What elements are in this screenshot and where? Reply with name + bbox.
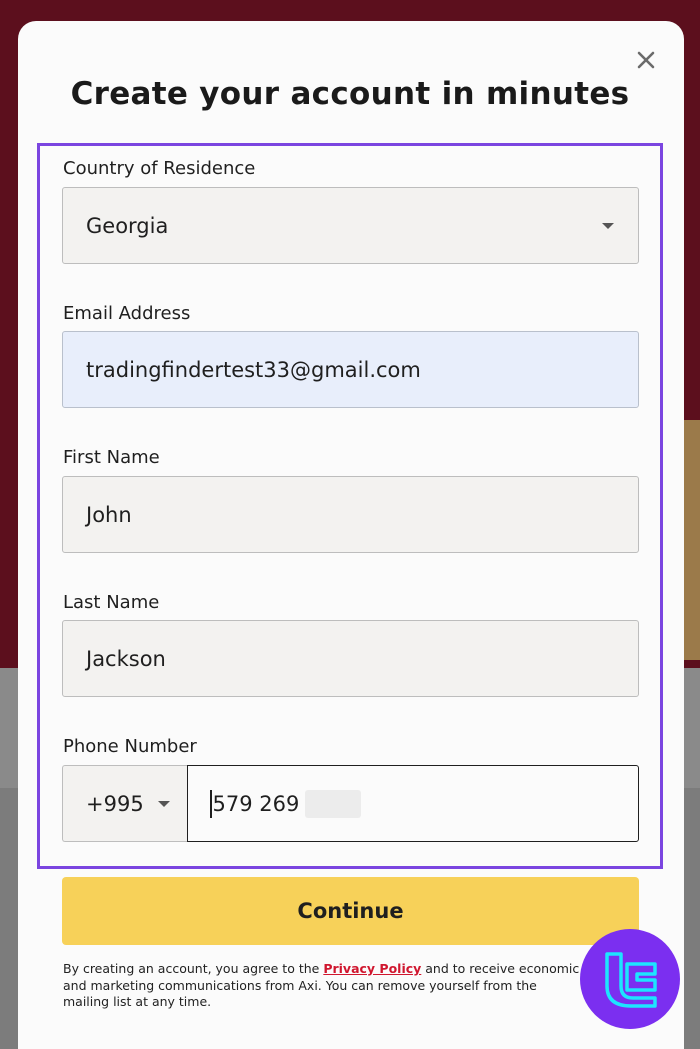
phone-number-value: 579 269 — [212, 791, 300, 816]
continue-button[interactable]: Continue — [62, 877, 639, 945]
legal-notice: By creating an account, you agree to the… — [63, 961, 583, 1011]
first-name-field[interactable]: John — [62, 476, 639, 553]
watermark-logo — [580, 929, 680, 1029]
phone-country-code-select[interactable]: +995 — [62, 765, 188, 842]
chevron-down-icon — [157, 800, 170, 807]
email-value: tradingfindertest33@gmail.com — [86, 357, 421, 382]
country-select[interactable]: Georgia — [62, 187, 639, 264]
redacted-digits — [305, 789, 362, 818]
modal-title: Create your account in minutes — [70, 76, 630, 112]
legal-prefix: By creating an account, you agree to the — [63, 961, 324, 976]
last-name-label: Last Name — [63, 592, 160, 613]
last-name-value: Jackson — [86, 646, 166, 671]
chevron-down-icon — [602, 223, 614, 229]
phone-code-value: +995 — [86, 791, 144, 816]
first-name-label: First Name — [63, 447, 160, 468]
close-icon — [637, 51, 655, 69]
last-name-field[interactable]: Jackson — [62, 620, 639, 697]
country-label: Country of Residence — [63, 158, 256, 179]
email-field[interactable]: tradingfindertest33@gmail.com — [62, 331, 639, 408]
email-label: Email Address — [63, 303, 191, 324]
text-cursor — [210, 789, 212, 818]
country-value: Georgia — [86, 213, 169, 238]
phone-label: Phone Number — [63, 736, 197, 757]
first-name-value: John — [86, 502, 132, 527]
close-button[interactable] — [630, 44, 662, 76]
background-decoration — [684, 420, 700, 660]
phone-number-field[interactable]: 579 269 — [187, 765, 639, 842]
brand-logo-icon — [605, 952, 657, 1008]
privacy-policy-link[interactable]: Privacy Policy — [323, 961, 421, 976]
